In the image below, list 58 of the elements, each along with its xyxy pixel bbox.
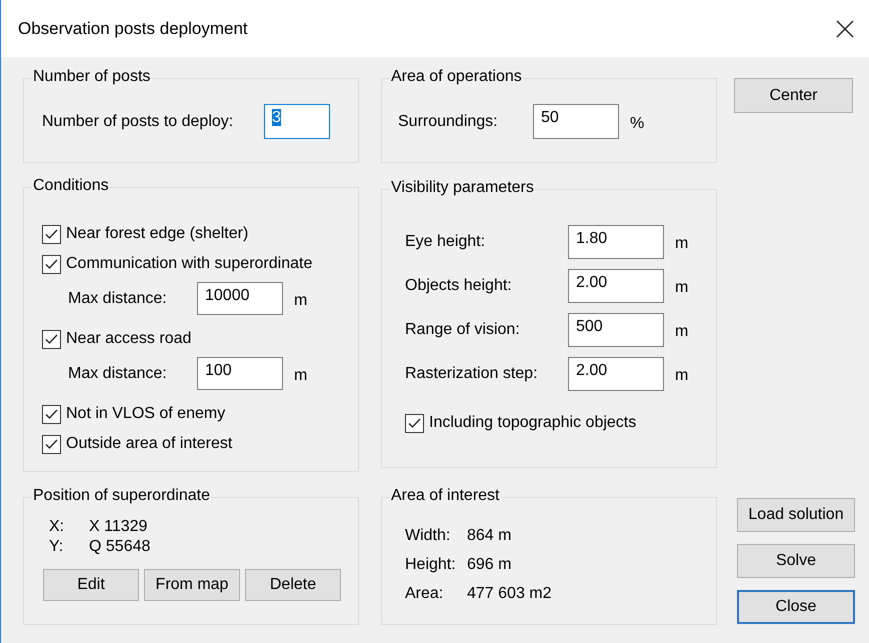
field-label: Rasterization step: xyxy=(405,365,539,383)
group-title: Area of operations xyxy=(390,67,523,87)
unit-label: % xyxy=(630,114,644,132)
info-label: Height: xyxy=(405,555,456,575)
close-icon[interactable] xyxy=(835,18,855,38)
action-button[interactable]: Close xyxy=(737,590,855,624)
group-title: Number of posts xyxy=(32,67,152,87)
text-field[interactable]: 1.80 xyxy=(568,225,664,259)
coordinate-label: Y: xyxy=(49,537,64,557)
text-field[interactable]: 10000 xyxy=(197,282,283,315)
coordinate-value: Q 55648 xyxy=(89,537,150,557)
checkbox-label: Communication with superordinate xyxy=(66,255,312,273)
action-button[interactable]: From map xyxy=(144,569,240,601)
unit-label: m xyxy=(675,367,688,385)
info-value: 864 m xyxy=(467,526,512,546)
checkbox-label: Near access road xyxy=(66,330,192,348)
field-label: Range of vision: xyxy=(405,321,521,339)
checkbox-label: Outside area of interest xyxy=(66,435,232,453)
action-button[interactable]: Center xyxy=(734,78,853,113)
checkbox[interactable] xyxy=(42,404,61,424)
checkbox[interactable] xyxy=(42,224,61,244)
group-title: Visibility parameters xyxy=(390,178,535,198)
text-field[interactable]: 2.00 xyxy=(568,357,664,391)
action-button[interactable]: Load solution xyxy=(737,498,855,532)
field-label: Max distance: xyxy=(68,290,168,308)
text-field[interactable]: 100 xyxy=(197,357,283,390)
checkbox-label: Including topographic objects xyxy=(429,414,636,432)
coordinate-label: X: xyxy=(49,517,64,537)
checkbox-label: Near forest edge (shelter) xyxy=(66,225,248,243)
action-button[interactable]: Solve xyxy=(737,544,855,578)
info-value: 477 603 m2 xyxy=(467,584,552,604)
unit-label: m xyxy=(675,235,688,253)
group-title: Position of superordinate xyxy=(32,486,211,506)
unit-label: m xyxy=(675,279,688,297)
text-field[interactable]: 2.00 xyxy=(568,269,664,303)
field-label: Max distance: xyxy=(68,364,168,382)
coordinate-value: X 11329 xyxy=(89,517,148,537)
info-value: 696 m xyxy=(467,555,512,575)
checkbox-label: Not in VLOS of enemy xyxy=(66,405,226,423)
field-label: Eye height: xyxy=(405,233,486,251)
checkbox[interactable] xyxy=(42,330,61,348)
text-field[interactable]: 500 xyxy=(568,313,664,347)
action-button[interactable]: Edit xyxy=(43,569,139,601)
info-label: Area: xyxy=(405,584,444,604)
action-button[interactable]: Delete xyxy=(245,569,341,601)
window-title: Observation posts deployment xyxy=(18,18,249,38)
field-label: Number of posts to deploy: xyxy=(42,112,234,130)
text-field[interactable]: 50 xyxy=(533,104,619,139)
field-label: Objects height: xyxy=(405,277,513,295)
checkbox[interactable] xyxy=(42,254,61,274)
checkbox[interactable] xyxy=(405,414,424,432)
unit-label: m xyxy=(294,366,308,384)
field-label: Surroundings: xyxy=(398,112,499,130)
checkbox[interactable] xyxy=(42,434,61,454)
info-label: Width: xyxy=(405,526,450,546)
unit-label: m xyxy=(675,323,688,341)
unit-label: m xyxy=(294,292,308,310)
text-field[interactable]: 3 xyxy=(264,104,330,139)
